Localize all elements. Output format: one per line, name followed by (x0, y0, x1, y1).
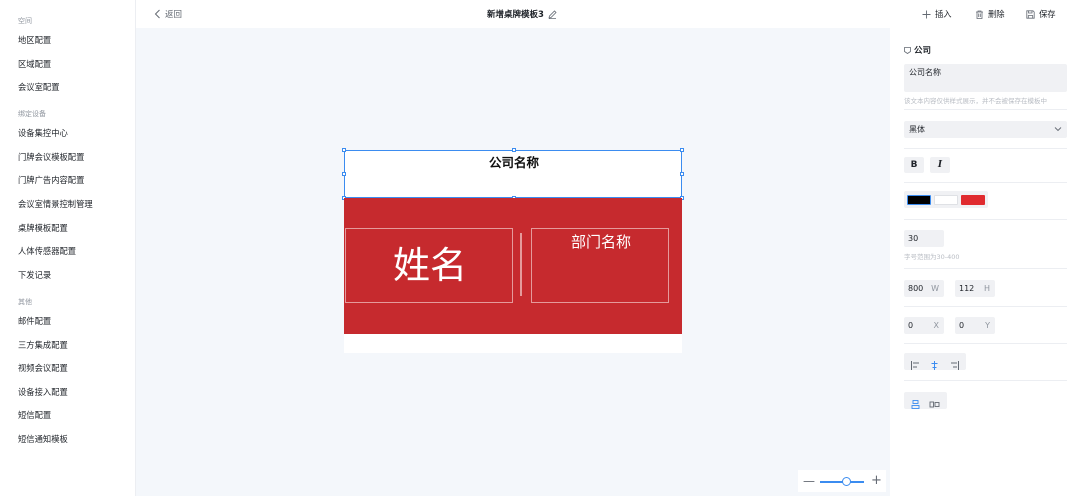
edit-pencil-icon[interactable] (548, 9, 557, 19)
bold-button[interactable]: B (904, 157, 924, 173)
y-unit: Y (985, 321, 990, 330)
y-value: 0 (959, 321, 965, 330)
sidebar-group-devices: 绑定设备 (18, 110, 46, 118)
sidebar-item-meeting-room-config[interactable]: 会议室配置 (18, 81, 60, 93)
divider (904, 268, 1067, 269)
divider (904, 343, 1067, 344)
height-unit: H (983, 284, 990, 293)
font-size-input[interactable]: 30 (904, 230, 944, 247)
width-value: 800 (908, 284, 924, 293)
divider (904, 306, 1067, 307)
sidebar-item-body-sensor[interactable]: 人体传感器配置 (18, 245, 76, 257)
sidebar-item-mail-config[interactable]: 邮件配置 (18, 315, 51, 327)
divider (904, 148, 1067, 149)
divider (904, 380, 1067, 381)
width-input[interactable]: 800 W (904, 280, 944, 297)
divider (904, 182, 1067, 183)
panel-section-title-text: 公司 (914, 46, 932, 56)
sidebar-item-sms-config[interactable]: 短信配置 (18, 409, 51, 421)
text-color-swatch[interactable] (907, 195, 931, 205)
template-title: 新增桌牌模板3 (487, 8, 557, 20)
x-value: 0 (908, 321, 914, 330)
sidebar-item-sms-template[interactable]: 短信通知模板 (18, 433, 68, 445)
panel-section-title: 公司 (904, 44, 931, 56)
divider (904, 219, 1067, 220)
sidebar-group-other: 其他 (18, 298, 32, 306)
back-label: 返回 (165, 10, 183, 20)
horizontal-align-group (904, 353, 966, 370)
text-content-hint: 该文本内容仅供样式展示，并不会被保存在模板中 (904, 97, 1047, 105)
resize-handle-tl[interactable] (342, 148, 346, 152)
distribute-horizontal-icon[interactable] (929, 395, 940, 408)
font-size-hint: 字号范围为30-400 (904, 253, 960, 261)
text-content-input[interactable]: 公司名称 (904, 64, 1067, 92)
sidebar-item-scene-control[interactable]: 会议室情景控制管理 (18, 198, 93, 210)
x-position-input[interactable]: 0 X (904, 317, 944, 334)
department-name-text: 部门名称 (570, 233, 631, 251)
font-family-value: 黑体 (909, 125, 925, 134)
sign-red-background: 姓名 部门名称 (344, 198, 682, 334)
distribute-vertical-icon[interactable] (910, 395, 921, 409)
table-sign-preview: 公司名称 姓名 部门名称 (342, 148, 684, 353)
sidebar-item-door-meeting-template[interactable]: 门牌会议模板配置 (18, 151, 84, 163)
zoom-out-button[interactable]: — (803, 474, 815, 488)
save-disk-icon (1026, 9, 1035, 19)
sidebar-group-space: 空间 (18, 17, 32, 25)
chevron-left-icon (154, 9, 160, 19)
save-label: 保存 (1039, 9, 1056, 19)
accent-color-swatch[interactable] (961, 195, 985, 205)
sidebar-item-region-config[interactable]: 地区配置 (18, 34, 51, 46)
background-color-swatch[interactable] (934, 195, 958, 205)
height-input[interactable]: 112 H (955, 280, 995, 297)
sidebar-item-device-access[interactable]: 设备接入配置 (18, 386, 68, 398)
dept-text-element[interactable]: 部门名称 (531, 228, 669, 303)
divider (904, 109, 1067, 110)
sidebar-item-video-meeting[interactable]: 视频会议配置 (18, 362, 68, 374)
zoom-control: — + (798, 470, 886, 492)
company-name-text: 公司名称 (488, 155, 539, 170)
properties-panel: 公司 公司名称 该文本内容仅供样式展示，并不会被保存在模板中 黑体 B I 30… (890, 28, 1080, 496)
insert-button[interactable]: 插入 (922, 8, 952, 20)
design-canvas[interactable]: 公司名称 姓名 部门名称 — + (136, 28, 890, 496)
resize-handle-l[interactable] (342, 172, 346, 176)
zoom-slider-handle[interactable] (841, 477, 851, 486)
name-text-element[interactable]: 姓名 (345, 228, 513, 303)
x-unit: X (933, 321, 939, 330)
plus-icon (922, 10, 931, 18)
sidebar-item-device-control-center[interactable]: 设备集控中心 (18, 127, 68, 139)
sidebar-item-door-ad-content[interactable]: 门牌广告内容配置 (18, 174, 84, 186)
sidebar-item-dispatch-record[interactable]: 下发记录 (18, 269, 51, 281)
chevron-down-icon (1054, 127, 1062, 132)
width-unit: W (931, 284, 939, 293)
color-picker-group (904, 191, 988, 208)
font-family-select[interactable]: 黑体 (904, 121, 1067, 138)
delete-button[interactable]: 删除 (975, 8, 1005, 20)
person-name-text: 姓名 (393, 244, 467, 287)
zoom-in-button[interactable]: + (871, 473, 882, 488)
align-center-icon[interactable] (929, 356, 940, 370)
sidebar: 空间 地区配置 区域配置 会议室配置 绑定设备 设备集控中心 门牌会议模板配置 … (0, 0, 136, 496)
insert-label: 插入 (935, 9, 952, 19)
resize-handle-r[interactable] (680, 172, 684, 176)
company-text-element[interactable]: 公司名称 (342, 148, 684, 200)
italic-button[interactable]: I (930, 157, 950, 173)
align-right-icon[interactable] (949, 356, 960, 370)
distribute-group (904, 392, 947, 409)
vertical-divider[interactable] (520, 233, 522, 296)
template-title-text: 新增桌牌模板3 (487, 10, 544, 20)
text-element-icon (904, 46, 911, 54)
resize-handle-tr[interactable] (680, 148, 684, 152)
sidebar-item-table-sign-template[interactable]: 桌牌模板配置 (18, 222, 68, 234)
align-left-icon[interactable] (910, 356, 921, 370)
save-button[interactable]: 保存 (1026, 8, 1056, 20)
delete-label: 删除 (988, 9, 1005, 19)
height-value: 112 (959, 284, 975, 293)
resize-handle-t[interactable] (512, 148, 516, 152)
y-position-input[interactable]: 0 Y (955, 317, 995, 334)
sidebar-item-third-party[interactable]: 三方集成配置 (18, 339, 68, 351)
sidebar-item-area-config[interactable]: 区域配置 (18, 58, 51, 70)
editor-toolbar: 返回 新增桌牌模板3 插入 删除 保存 (136, 0, 1080, 28)
back-button[interactable]: 返回 (154, 8, 182, 20)
trash-icon (976, 10, 983, 19)
